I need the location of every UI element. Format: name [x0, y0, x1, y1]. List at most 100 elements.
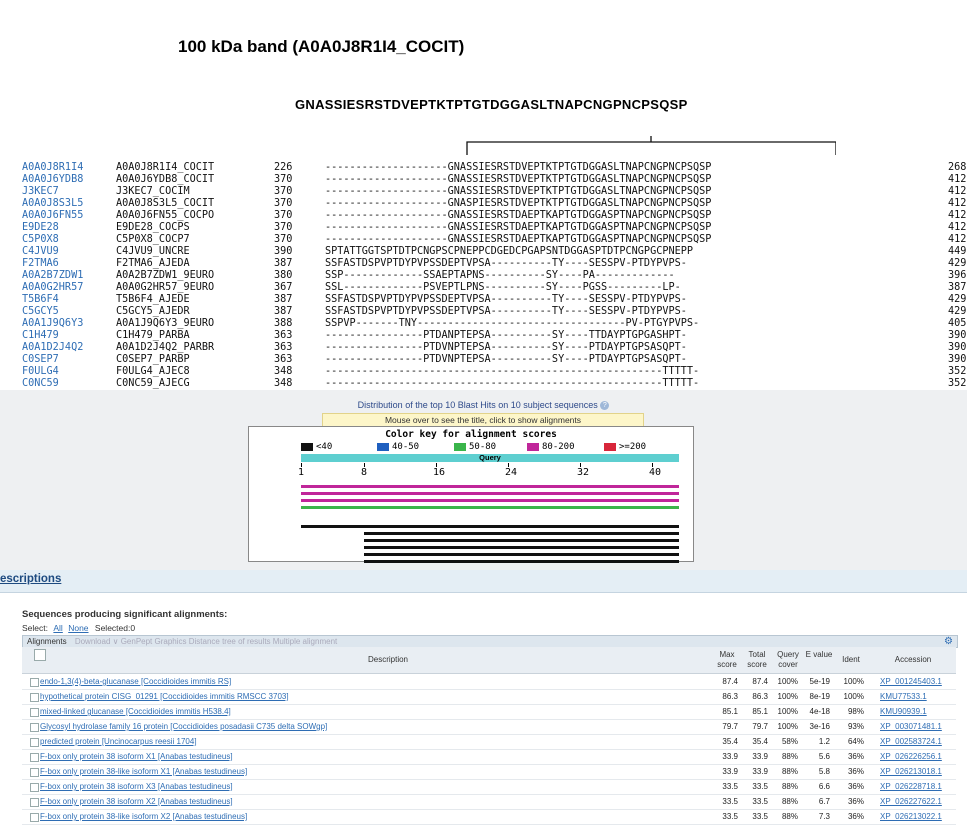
sequence-id-link[interactable]: A0A2B7ZDW1	[22, 270, 83, 282]
end-position: 390	[948, 354, 967, 365]
sequence-id-link[interactable]: A0A0J6FN55	[22, 210, 83, 222]
table-row[interactable]: hypothetical protein CISG_01291 [Coccidi…	[22, 690, 956, 705]
table-row[interactable]: F-box only protein 38 isoform X1 [Anabas…	[22, 750, 956, 765]
color-key-title: Color key for alignment scores	[385, 429, 557, 440]
row-checkbox[interactable]	[30, 723, 39, 732]
col-max-score[interactable]: Max score	[712, 650, 742, 670]
col-accession[interactable]: Accession	[870, 655, 956, 665]
hit-bar[interactable]	[301, 499, 679, 502]
ident-value: 64%	[847, 737, 864, 746]
description-link[interactable]: mixed-linked glucanase [Coccidioides imm…	[40, 705, 231, 719]
col-ident[interactable]: Ident	[834, 655, 868, 665]
accession-link[interactable]: XP_026228718.1	[880, 780, 942, 794]
hit-bar[interactable]	[364, 532, 679, 535]
sequence-id-link[interactable]: T5B6F4	[22, 294, 59, 306]
hit-bar[interactable]	[364, 560, 679, 563]
max-score-value: 85.1	[722, 707, 738, 716]
sequence-id-link[interactable]: A0A0J6YDB8	[22, 174, 83, 186]
select-none-link[interactable]: None	[68, 623, 88, 633]
description-link[interactable]: endo-1,3(4)-beta-glucanase [Coccidioides…	[40, 675, 231, 689]
hit-distribution-graph[interactable]: Color key for alignment scores <40 40-50 5…	[248, 426, 694, 563]
row-checkbox[interactable]	[30, 738, 39, 747]
sequence-id-link[interactable]: C1H479	[22, 330, 59, 342]
start-position: 348	[274, 366, 293, 377]
row-checkbox[interactable]	[30, 693, 39, 702]
sequence-id-link[interactable]: J3KEC7	[22, 186, 59, 198]
sequence-id-link[interactable]: C0NC59	[22, 378, 59, 390]
hit-bar[interactable]	[301, 506, 679, 509]
table-row[interactable]: Glycosyl hydrolase family 16 protein [Co…	[22, 720, 956, 735]
row-checkbox[interactable]	[30, 753, 39, 762]
accession-link[interactable]: KMU77533.1	[880, 690, 927, 704]
row-checkbox[interactable]	[30, 798, 39, 807]
description-link[interactable]: F-box only protein 38 isoform X3 [Anabas…	[40, 780, 233, 794]
table-row[interactable]: F-box only protein 38-like isoform X1 [A…	[22, 765, 956, 780]
descriptions-link[interactable]: escriptions	[0, 573, 61, 585]
alignments-button[interactable]: Alignments	[27, 637, 67, 646]
gear-icon[interactable]: ⚙	[944, 636, 953, 647]
sequence-id-link[interactable]: F2TMA6	[22, 258, 59, 270]
max-score-value: 35.4	[722, 737, 738, 746]
e-value-value: 5e-19	[809, 677, 830, 686]
description-link[interactable]: F-box only protein 38-like isoform X1 [A…	[40, 765, 247, 779]
distribution-heading[interactable]: Distribution of the top 10 Blast Hits on…	[358, 400, 598, 410]
e-value-value: 6.6	[818, 782, 830, 791]
table-row[interactable]: predicted protein [Uncinocarpus reesii 1…	[22, 735, 956, 750]
query-cover-value: 100%	[777, 677, 798, 686]
sequence-id-link[interactable]: C5P0X8	[22, 234, 59, 246]
col-total-score[interactable]: Total score	[742, 650, 772, 670]
description-link[interactable]: F-box only protein 38 isoform X1 [Anabas…	[40, 750, 233, 764]
hit-bar[interactable]	[364, 539, 679, 542]
col-query-cover[interactable]: Query cover	[772, 650, 804, 670]
col-e-value[interactable]: E value	[804, 650, 834, 660]
accession-link[interactable]: XP_001245403.1	[880, 675, 942, 689]
hit-bar[interactable]	[301, 525, 679, 528]
start-position: 226	[274, 162, 293, 173]
col-description[interactable]: Description	[40, 655, 736, 665]
sequence-id-link[interactable]: C5GCY5	[22, 306, 59, 318]
description-link[interactable]: Glycosyl hydrolase family 16 protein [Co…	[40, 720, 327, 734]
sequence-id-link[interactable]: A0A1D2J4Q2	[22, 342, 83, 354]
accession-link[interactable]: KMU90939.1	[880, 705, 927, 719]
table-row[interactable]: F-box only protein 38 isoform X2 [Anabas…	[22, 795, 956, 810]
row-checkbox[interactable]	[30, 783, 39, 792]
sequence-name: A0A2B7ZDW1_9EURO	[116, 270, 215, 281]
distribution-title[interactable]: Distribution of the top 10 Blast Hits on…	[0, 400, 967, 411]
sequence-name: T5B6F4_AJEDE	[116, 294, 190, 305]
sequence-id-link[interactable]: A0A0J8S3L5	[22, 198, 83, 210]
sequence-id-link[interactable]: E9DE28	[22, 222, 59, 234]
description-link[interactable]: hypothetical protein CISG_01291 [Coccidi…	[40, 690, 289, 704]
accession-link[interactable]: XP_002583724.1	[880, 735, 942, 749]
sequence-id-link[interactable]: A0A0J8R1I4	[22, 162, 83, 174]
accession-link[interactable]: XP_026226256.1	[880, 750, 942, 764]
row-checkbox[interactable]	[30, 678, 39, 687]
row-checkbox[interactable]	[30, 708, 39, 717]
description-link[interactable]: F-box only protein 38-like isoform X2 [A…	[40, 810, 247, 824]
select-all-link[interactable]: All	[53, 623, 62, 633]
alignment-row: A0A1D2J4Q2 A0A1D2J4Q2_PARBR 363 -----------…	[22, 342, 967, 354]
accession-link[interactable]: XP_026213018.1	[880, 765, 942, 779]
row-checkbox[interactable]	[30, 813, 39, 822]
sequence-id-link[interactable]: C4JVU9	[22, 246, 59, 258]
hit-bar[interactable]	[364, 553, 679, 556]
sequence-id-link[interactable]: A0A0G2HR57	[22, 282, 83, 294]
sequence-id-link[interactable]: A0A1J9Q6Y3	[22, 318, 83, 330]
accession-link[interactable]: XP_003071481.1	[880, 720, 942, 734]
description-link[interactable]: F-box only protein 38 isoform X2 [Anabas…	[40, 795, 233, 809]
accession-link[interactable]: XP_026227622.1	[880, 795, 942, 809]
row-checkbox[interactable]	[30, 768, 39, 777]
table-row[interactable]: mixed-linked glucanase [Coccidioides imm…	[22, 705, 956, 720]
table-row[interactable]: F-box only protein 38-like isoform X2 [A…	[22, 810, 956, 825]
description-link[interactable]: predicted protein [Uncinocarpus reesii 1…	[40, 735, 197, 749]
toolbar-actions[interactable]: Download ∨ GenPept Graphics Distance tre…	[75, 637, 337, 646]
sequence-id-link[interactable]: C0SEP7	[22, 354, 59, 366]
e-value-value: 5.8	[818, 767, 830, 776]
sequence-id-link[interactable]: F0ULG4	[22, 366, 59, 378]
hit-bar[interactable]	[364, 546, 679, 549]
help-icon[interactable]: ?	[600, 401, 610, 411]
table-row[interactable]: F-box only protein 38 isoform X3 [Anabas…	[22, 780, 956, 795]
accession-link[interactable]: XP_026213022.1	[880, 810, 942, 824]
hit-bar[interactable]	[301, 492, 679, 495]
table-row[interactable]: endo-1,3(4)-beta-glucanase [Coccidioides…	[22, 675, 956, 690]
hit-bar[interactable]	[301, 485, 679, 488]
